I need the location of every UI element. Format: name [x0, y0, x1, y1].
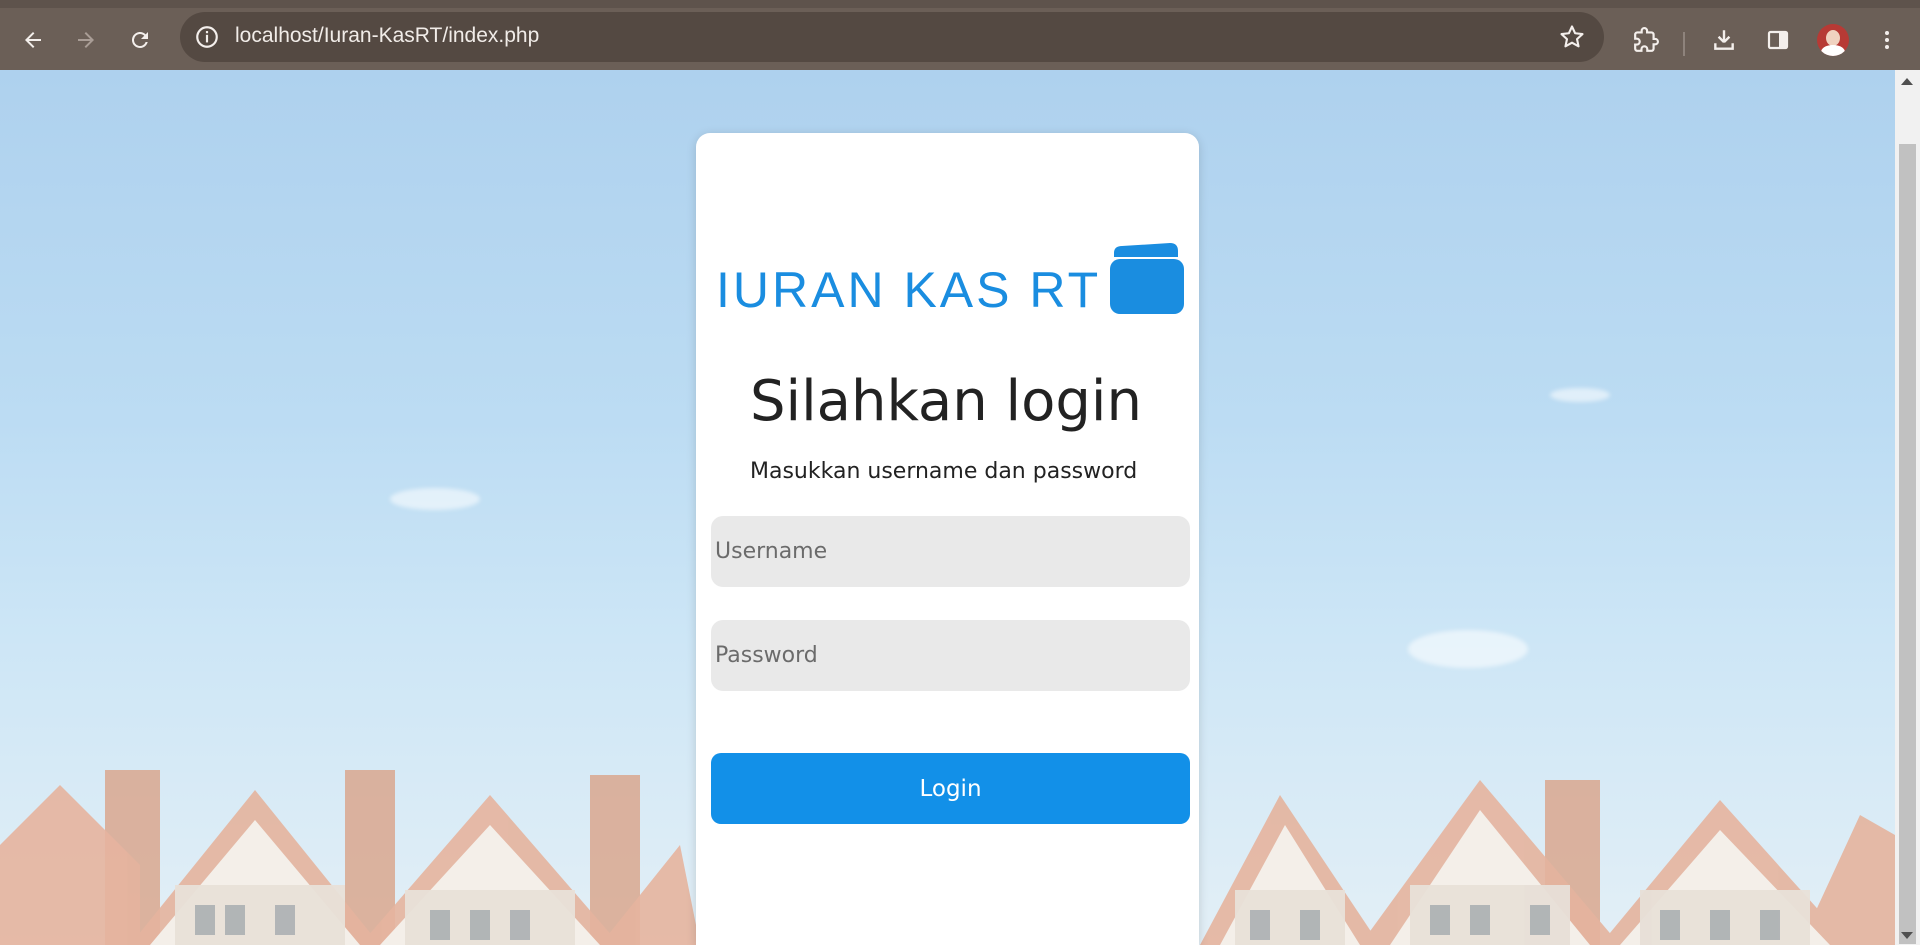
wallet-icon	[1110, 243, 1184, 314]
reload-icon	[131, 31, 148, 48]
address-bar[interactable]: localhost/Iuran-KasRT/index.php	[180, 12, 1604, 62]
cloud	[390, 488, 480, 510]
toolbar-divider	[1683, 32, 1685, 56]
login-card: IURAN KAS RT Silahkan login Masukkan use…	[696, 133, 1199, 945]
side-panel-button[interactable]	[1758, 20, 1798, 60]
page-scrollbar[interactable]	[1895, 70, 1920, 945]
extensions-button[interactable]	[1626, 20, 1666, 60]
url-text[interactable]: localhost/Iuran-KasRT/index.php	[235, 24, 539, 48]
forward-button[interactable]	[66, 20, 106, 60]
app-logo-text: IURAN KAS RT	[716, 262, 1102, 318]
menu-icon	[1885, 31, 1889, 49]
reload-button[interactable]	[120, 20, 160, 60]
scroll-thumb[interactable]	[1899, 144, 1916, 944]
extensions-icon	[1634, 27, 1659, 52]
menu-button[interactable]	[1867, 20, 1907, 60]
username-input[interactable]	[711, 516, 1190, 587]
side-panel-icon	[1767, 30, 1789, 50]
password-input[interactable]	[711, 620, 1190, 691]
profile-avatar[interactable]	[1817, 24, 1849, 56]
download-icon	[1714, 30, 1734, 50]
bookmark-star-icon[interactable]	[1558, 23, 1586, 51]
scroll-up-icon[interactable]	[1901, 78, 1913, 85]
site-info-icon[interactable]	[194, 24, 220, 50]
forward-icon	[78, 32, 94, 48]
login-heading: Silahkan login	[750, 369, 1142, 434]
cloud	[1550, 388, 1610, 402]
cloud	[1408, 630, 1528, 668]
download-button[interactable]	[1704, 20, 1744, 60]
login-button[interactable]: Login	[711, 753, 1190, 824]
scroll-down-icon[interactable]	[1901, 932, 1913, 939]
back-button[interactable]	[13, 20, 53, 60]
login-subheading: Masukkan username dan password	[750, 459, 1138, 484]
back-icon	[25, 32, 41, 48]
browser-toolbar: localhost/Iuran-KasRT/index.php	[0, 0, 1920, 70]
